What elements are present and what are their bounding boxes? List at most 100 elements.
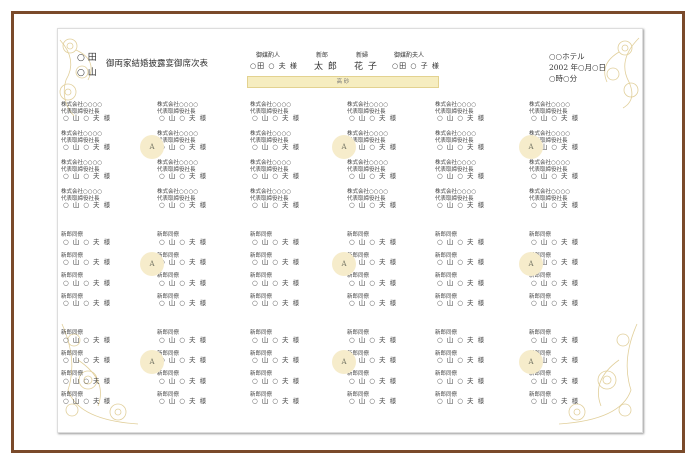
- event-date: 2002 年○月○日: [549, 63, 607, 72]
- guest-entry: 新郎同僚○ 山 ○ 夫 様: [61, 392, 111, 405]
- table-marker: A: [140, 252, 164, 276]
- guest-name: ○ 山 ○ 夫 様: [159, 376, 208, 385]
- guest-name: ○ 山 ○ 夫 様: [437, 299, 486, 307]
- guest-entry: 新郎同僚○ 山 ○ 夫 様: [347, 273, 397, 286]
- family-names: ○ 田 ○ 山: [77, 51, 97, 81]
- guest-name: ○ 山 ○ 夫 様: [159, 278, 208, 287]
- matchmaker-wife-name: ○田 ○ 子 様: [392, 62, 440, 70]
- guest-entry: 株式会社○○○○ 代表取締役社長 ○ 山 ○ 夫 様: [157, 189, 207, 209]
- table-marker: A: [519, 252, 543, 276]
- guest-name: ○ 山 ○ 夫 様: [437, 397, 486, 405]
- guest-name: ○ 山 ○ 夫 様: [252, 376, 301, 385]
- guest-name: ○ 山 ○ 夫 様: [252, 143, 301, 151]
- table-marker: A: [519, 135, 543, 159]
- guest-entry: 株式会社○○○○ 代表取締役社長 ○ 山 ○ 夫 様: [61, 160, 111, 180]
- guest-entry: 株式会社○○○○ 代表取締役社長 ○ 山 ○ 夫 様: [250, 131, 300, 151]
- guest-entry: 新郎同僚○ 山 ○ 夫 様: [435, 330, 485, 343]
- guest-entry: 新郎同僚○ 山 ○ 夫 様: [61, 351, 111, 364]
- table-marker: A: [140, 350, 164, 374]
- guest-name: ○ 山 ○ 夫 様: [437, 335, 486, 344]
- guest-name: ○ 山 ○ 夫 様: [437, 201, 486, 209]
- guest-entry: 新郎同僚○ 山 ○ 夫 様: [61, 371, 111, 384]
- guest-entry: 株式会社○○○○ 代表取締役社長 ○ 山 ○ 夫 様: [157, 160, 207, 180]
- guest-name: ○ 山 ○ 夫 様: [159, 356, 208, 364]
- matchmaker-wife-label: 御媒酌夫人: [394, 52, 425, 59]
- matchmaker-block: 御媒酌人 ○田 ○ 夫 様: [250, 50, 298, 71]
- guest-name: ○ 山 ○ 夫 様: [159, 335, 208, 344]
- guest-name: ○ 山 ○ 夫 様: [63, 258, 112, 266]
- guest-entry: 新郎同僚○ 山 ○ 夫 様: [250, 232, 300, 245]
- venue-name: ○○ホテル: [549, 52, 585, 61]
- guest-name: ○ 山 ○ 夫 様: [63, 172, 112, 180]
- guest-name: ○ 山 ○ 夫 様: [159, 143, 208, 151]
- guest-entry: 新郎同僚○ 山 ○ 夫 様: [347, 330, 397, 343]
- guest-entry: 新郎同僚○ 山 ○ 夫 様: [435, 273, 485, 286]
- guest-entry: 新郎同僚○ 山 ○ 夫 様: [529, 232, 579, 245]
- guest-entry: 新郎同僚○ 山 ○ 夫 様: [529, 371, 579, 384]
- guest-entry: 株式会社○○○○ 代表取締役社長 ○ 山 ○ 夫 様: [529, 102, 579, 122]
- guest-name: ○ 山 ○ 夫 様: [63, 397, 112, 405]
- guest-name: ○ 山 ○ 夫 様: [531, 237, 580, 246]
- guest-entry: 新郎同僚○ 山 ○ 夫 様: [157, 294, 207, 307]
- guest-name: ○ 山 ○ 夫 様: [63, 335, 112, 344]
- table-marker: A: [140, 135, 164, 159]
- guest-entry: 新郎同僚○ 山 ○ 夫 様: [529, 392, 579, 405]
- guest-name: ○ 山 ○ 夫 様: [349, 237, 398, 246]
- guest-entry: 新郎同僚○ 山 ○ 夫 様: [157, 253, 207, 266]
- guest-entry: 新郎同僚○ 山 ○ 夫 様: [435, 232, 485, 245]
- guest-entry: 新郎同僚○ 山 ○ 夫 様: [250, 392, 300, 405]
- guest-name: ○ 山 ○ 夫 様: [531, 278, 580, 287]
- guest-name: ○ 山 ○ 夫 様: [349, 172, 398, 180]
- guest-entry: 新郎同僚○ 山 ○ 夫 様: [347, 371, 397, 384]
- guest-entry: 新郎同僚○ 山 ○ 夫 様: [61, 253, 111, 266]
- guest-entry: 株式会社○○○○ 代表取締役社長 ○ 山 ○ 夫 様: [529, 189, 579, 209]
- guest-name: ○ 山 ○ 夫 様: [63, 201, 112, 209]
- matchmaker-wife-block: 御媒酌夫人 ○田 ○ 子 様: [392, 50, 440, 71]
- guest-name: ○ 山 ○ 夫 様: [437, 258, 486, 266]
- guest-entry: 株式会社○○○○ 代表取締役社長 ○ 山 ○ 夫 様: [157, 102, 207, 122]
- guest-name: ○ 山 ○ 夫 様: [63, 356, 112, 364]
- guest-name: ○ 山 ○ 夫 様: [437, 356, 486, 364]
- groom-name: 太 郎: [314, 62, 338, 72]
- table-marker: A: [332, 135, 356, 159]
- guest-entry: 新郎同僚○ 山 ○ 夫 様: [157, 371, 207, 384]
- guest-entry: 新郎同僚○ 山 ○ 夫 様: [347, 294, 397, 307]
- guest-name: ○ 山 ○ 夫 様: [159, 237, 208, 246]
- guest-name: ○ 山 ○ 夫 様: [63, 237, 112, 246]
- guest-entry: 株式会社○○○○ 代表取締役社長 ○ 山 ○ 夫 様: [347, 160, 397, 180]
- event-time: ○時○分: [549, 74, 578, 83]
- guest-name: ○ 山 ○ 夫 様: [437, 376, 486, 385]
- guest-name: ○ 山 ○ 夫 様: [159, 172, 208, 180]
- guest-entry: 株式会社○○○○ 代表取締役社長 ○ 山 ○ 夫 様: [435, 131, 485, 151]
- guest-entry: 新郎同僚○ 山 ○ 夫 様: [61, 273, 111, 286]
- guest-entry: 新郎同僚○ 山 ○ 夫 様: [157, 330, 207, 343]
- guest-name: ○ 山 ○ 夫 様: [159, 258, 208, 266]
- guest-entry: 新郎同僚○ 山 ○ 夫 様: [435, 351, 485, 364]
- guest-name: ○ 山 ○ 夫 様: [252, 356, 301, 364]
- guest-entry: 株式会社○○○○ 代表取締役社長 ○ 山 ○ 夫 様: [250, 102, 300, 122]
- guest-entry: 新郎同僚○ 山 ○ 夫 様: [529, 294, 579, 307]
- guest-entry: 新郎同僚○ 山 ○ 夫 様: [157, 273, 207, 286]
- guest-name: ○ 山 ○ 夫 様: [437, 172, 486, 180]
- guest-name: ○ 山 ○ 夫 様: [252, 114, 301, 122]
- guest-name: ○ 山 ○ 夫 様: [252, 397, 301, 405]
- guest-name: ○ 山 ○ 夫 様: [437, 114, 486, 122]
- matchmaker-name: ○田 ○ 夫 様: [250, 62, 298, 70]
- guest-entry: 新郎同僚○ 山 ○ 夫 様: [435, 253, 485, 266]
- guest-entry: 株式会社○○○○ 代表取締役社長 ○ 山 ○ 夫 様: [529, 160, 579, 180]
- guest-name: ○ 山 ○ 夫 様: [159, 201, 208, 209]
- guest-name: ○ 山 ○ 夫 様: [349, 376, 398, 385]
- guest-entry: 新郎同僚○ 山 ○ 夫 様: [347, 232, 397, 245]
- guest-entry: 新郎同僚○ 山 ○ 夫 様: [250, 371, 300, 384]
- guest-name: ○ 山 ○ 夫 様: [349, 397, 398, 405]
- table-marker: A: [332, 252, 356, 276]
- guest-name: ○ 山 ○ 夫 様: [63, 376, 112, 385]
- guest-name: ○ 山 ○ 夫 様: [159, 299, 208, 307]
- guest-entry: 新郎同僚○ 山 ○ 夫 様: [61, 294, 111, 307]
- guest-name: ○ 山 ○ 夫 様: [252, 299, 301, 307]
- guest-name: ○ 山 ○ 夫 様: [252, 237, 301, 246]
- guest-entry: 新郎同僚○ 山 ○ 夫 様: [529, 330, 579, 343]
- guest-name: ○ 山 ○ 夫 様: [531, 299, 580, 307]
- guest-entry: 株式会社○○○○ 代表取締役社長 ○ 山 ○ 夫 様: [435, 189, 485, 209]
- head-table: 高 砂: [247, 76, 439, 88]
